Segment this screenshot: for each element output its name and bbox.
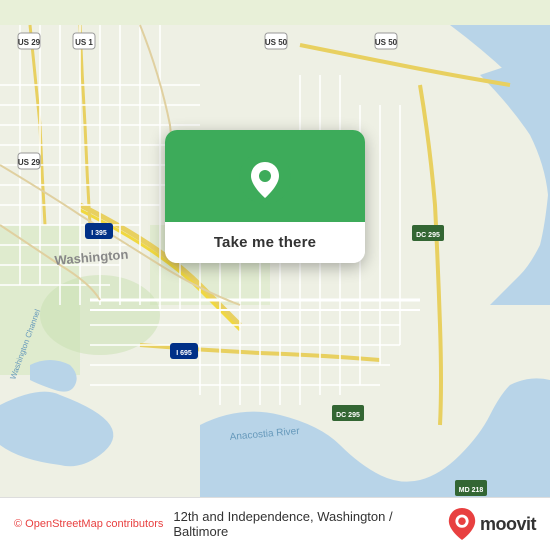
attribution-prefix: © — [14, 518, 25, 530]
popup-card: Take me there — [165, 130, 365, 263]
moovit-logo: moovit — [448, 508, 536, 540]
location-label: 12th and Independence, Washington / Balt… — [173, 509, 438, 539]
moovit-brand-text: moovit — [480, 514, 536, 535]
svg-text:I 395: I 395 — [91, 230, 107, 237]
map-background: US 29 US 1 US 50 US 50 I 395 I 695 DC 29… — [0, 0, 550, 550]
svg-text:I 695: I 695 — [176, 350, 192, 357]
map-container: US 29 US 1 US 50 US 50 I 395 I 695 DC 29… — [0, 0, 550, 550]
svg-text:DC 295: DC 295 — [336, 412, 360, 419]
svg-text:US 29: US 29 — [18, 38, 41, 47]
svg-text:DC 295: DC 295 — [416, 232, 440, 239]
svg-text:US 50: US 50 — [265, 38, 288, 47]
moovit-pin-icon — [448, 508, 476, 540]
svg-text:US 29: US 29 — [18, 158, 41, 167]
svg-text:MD 218: MD 218 — [459, 487, 484, 494]
svg-text:US 1: US 1 — [75, 38, 93, 47]
svg-text:US 50: US 50 — [375, 38, 398, 47]
location-pin-icon — [239, 152, 291, 204]
take-me-there-button[interactable]: Take me there — [165, 222, 365, 263]
attribution-link[interactable]: OpenStreetMap contributors — [25, 518, 163, 530]
popup-top-area — [165, 130, 365, 222]
bottom-bar: © OpenStreetMap contributors 12th and In… — [0, 497, 550, 550]
attribution: © OpenStreetMap contributors — [14, 518, 163, 530]
